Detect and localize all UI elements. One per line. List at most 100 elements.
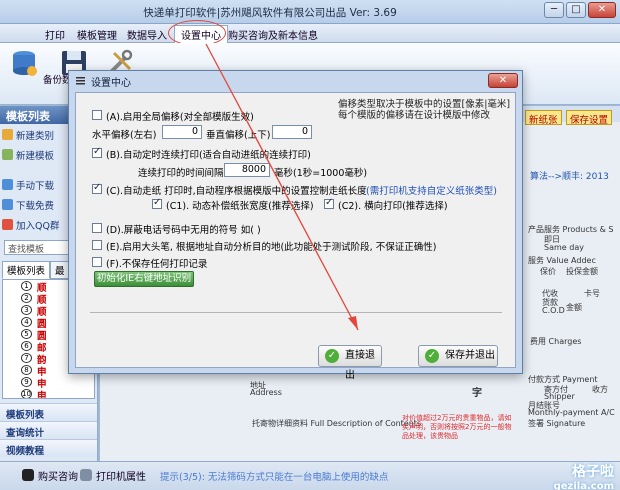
close-button[interactable]: ✕ xyxy=(588,2,616,18)
list-item-number: 5 xyxy=(21,329,32,339)
download-icon xyxy=(2,179,13,190)
list-item-number: 9 xyxy=(21,377,32,387)
landscape-print-label: (C2). 横向打印(推荐选择) xyxy=(338,201,448,212)
v-offset-label: 垂直偏移(上下) xyxy=(206,130,271,141)
menu-template-manage[interactable]: 模板管理 xyxy=(77,27,117,42)
window-controls: ─ □ ✕ xyxy=(544,2,616,18)
list-item-number: 8 xyxy=(21,365,32,375)
monthly-account-en-label: Monthly-payment A/C xyxy=(528,408,615,417)
status-tip: 提示(3/5): 无法筛码方式只能在一台电脑上使用的缺点 xyxy=(160,472,389,483)
signature-label: 签署 Signature xyxy=(528,419,586,428)
database-icon xyxy=(13,51,37,76)
sidebar-join-qq-label: 加入QQ群 xyxy=(16,221,60,232)
settings-dialog: 设置中心 ✕ 偏移类型取决于模板中的设置[像素|毫米] 每个模版的偏移请在设计模… xyxy=(68,70,523,381)
dialog-title-bar: 设置中心 ✕ xyxy=(69,71,522,91)
new-paper-button[interactable]: 新纸张 xyxy=(525,110,562,126)
printer-icon xyxy=(80,469,92,481)
tab-template-list[interactable]: 模板列表 xyxy=(2,261,51,279)
title-bar: 快递单打印软件|苏州飓风软件有限公司出品 Ver: 3.69 ─ □ ✕ xyxy=(0,0,620,24)
printer-properties-button[interactable]: 打印机属性 xyxy=(80,468,146,483)
global-offset-checkbox[interactable] xyxy=(92,110,102,120)
auto-paper-feed-checkbox[interactable] xyxy=(92,182,102,194)
download-free-icon xyxy=(2,199,13,210)
save-and-exit-button[interactable]: ✓ 保存并退出 xyxy=(418,345,498,367)
save-and-exit-label: 保存并退出 xyxy=(445,350,495,361)
list-item-number: 1 xyxy=(21,281,32,291)
save-settings-button[interactable]: 保存设置 xyxy=(566,110,613,126)
no-print-record-label: (F).不保存任何打印记录 xyxy=(106,259,208,270)
mask-phone-symbols-checkbox[interactable] xyxy=(92,223,102,233)
printer-support-note: (需打印机支持自定义纸张类型) xyxy=(366,186,497,197)
card-label: 卡号 xyxy=(584,289,600,298)
h-offset-label: 水平偏移(左右) xyxy=(92,130,157,141)
valuables-warning: 对价值超过2万元的贵重物品，请如实声明，否则将按照2万元的一般物品处理，该贵物品 xyxy=(402,414,512,440)
section-video-tutorial[interactable]: 视频教程 xyxy=(0,439,97,457)
cod-label-3: C.O.D xyxy=(542,306,565,315)
dynamic-width-checkbox[interactable] xyxy=(152,197,162,209)
mask-phone-symbols-label: (D).屏蔽电话号码中无用的符号 如( ) xyxy=(106,225,261,236)
dynamic-width-label: (C1). 动态补偿纸张宽度(推荐选择) xyxy=(166,201,314,212)
list-item-label: 申 xyxy=(37,391,47,399)
contents-label: 托寄物详细资料 Full Description of Contents xyxy=(252,419,422,428)
sidebar-new-template-label: 新建模板 xyxy=(16,151,55,162)
print-interval-input[interactable]: 8000 xyxy=(224,163,270,177)
minimize-button[interactable]: ─ xyxy=(544,2,564,18)
watermark-url: gezila.com xyxy=(553,481,614,490)
list-item-number: 7 xyxy=(21,353,32,363)
sameday-en-label: Same day xyxy=(544,243,584,252)
list-item-number: 2 xyxy=(21,293,32,303)
no-print-record-checkbox[interactable] xyxy=(92,257,102,267)
v-offset-input[interactable]: 0 xyxy=(272,125,312,139)
value-added-label: 服务 Value Addec xyxy=(528,256,596,265)
printer-properties-label: 打印机属性 xyxy=(96,472,146,483)
tab-recent[interactable]: 最 xyxy=(50,261,70,279)
list-item-number: 10 xyxy=(21,389,32,398)
algorithm-label: 算法-->顺丰: 2013 xyxy=(530,172,609,182)
window-title: 快递单打印软件|苏州飓风软件有限公司出品 Ver: 3.69 xyxy=(143,7,397,19)
dialog-separator xyxy=(90,312,502,313)
exit-button[interactable]: ✓ 直接退出 xyxy=(318,345,382,381)
print-interval-unit: 毫秒(1秒=1000毫秒) xyxy=(274,168,368,179)
list-item-number: 6 xyxy=(21,341,32,351)
address-en-label: Address xyxy=(250,388,282,397)
list-item[interactable]: 10 申 xyxy=(3,388,94,399)
list-item-number: 4 xyxy=(21,317,32,327)
init-ie-context-button[interactable]: 初始化IE右键地址识别 xyxy=(94,271,194,287)
auto-paper-feed-label: (C).自动走纸 打印时,自动程序根据模版中的设置控制走纸长度 xyxy=(106,186,367,197)
folder-add-icon xyxy=(2,129,13,140)
insured-label: 保价 xyxy=(540,267,556,276)
section-query-stats[interactable]: 查询统计 xyxy=(0,421,97,439)
watermark: 格子啦 gezila.com xyxy=(554,461,614,490)
qq-icon xyxy=(2,219,13,230)
buy-consult-button[interactable]: 购买咨询 xyxy=(22,468,78,483)
char-marker: 字 xyxy=(472,388,482,399)
menu-purchase-info[interactable]: 购买咨询及新本信息 xyxy=(228,27,318,42)
document-add-icon xyxy=(2,149,13,160)
sidebar-manual-download-label: 手动下载 xyxy=(16,181,55,192)
dialog-close-button[interactable]: ✕ xyxy=(488,73,518,88)
section-template-list[interactable]: 模板列表 xyxy=(0,403,97,421)
dialog-title: 设置中心 xyxy=(91,78,131,89)
check-icon: ✓ xyxy=(425,349,439,363)
receiver-pay-label: 收方 xyxy=(592,385,608,394)
h-offset-input[interactable]: 0 xyxy=(162,125,202,139)
sidebar-new-category-label: 新建类别 xyxy=(16,131,55,142)
watermark-title: 格子啦 xyxy=(572,464,614,480)
destination-analysis-checkbox[interactable] xyxy=(92,240,102,250)
auto-continuous-print-checkbox[interactable] xyxy=(92,146,102,158)
menu-data-import[interactable]: 数据导入 xyxy=(127,27,167,42)
maximize-button[interactable]: □ xyxy=(566,2,586,18)
check-icon: ✓ xyxy=(325,349,339,363)
auto-continuous-print-label: (B).自动定时连续打印(适合自动进纸的连续打印) xyxy=(106,150,311,161)
buy-consult-label: 购买咨询 xyxy=(38,472,78,483)
list-item-number: 3 xyxy=(21,305,32,315)
status-bar: 购买咨询 打印机属性 提示(3/5): 无法筛码方式只能在一台电脑上使用的缺点 xyxy=(0,461,620,490)
amount-label: 金额 xyxy=(566,303,582,312)
list-item[interactable]: 9申 xyxy=(3,376,94,390)
offset-note: 偏移类型取决于模板中的设置[像素|毫米] 每个模版的偏移请在设计模版中修改 xyxy=(338,99,510,121)
print-interval-label: 连续打印的时间间隔 xyxy=(138,168,224,179)
sidebar-free-download-label: 下载免费 xyxy=(16,201,55,212)
offset-note-line1: 偏移类型取决于模板中的设置[像素|毫米] xyxy=(338,99,511,110)
landscape-print-checkbox[interactable] xyxy=(324,197,334,209)
menu-print[interactable]: 打印 xyxy=(45,27,65,42)
